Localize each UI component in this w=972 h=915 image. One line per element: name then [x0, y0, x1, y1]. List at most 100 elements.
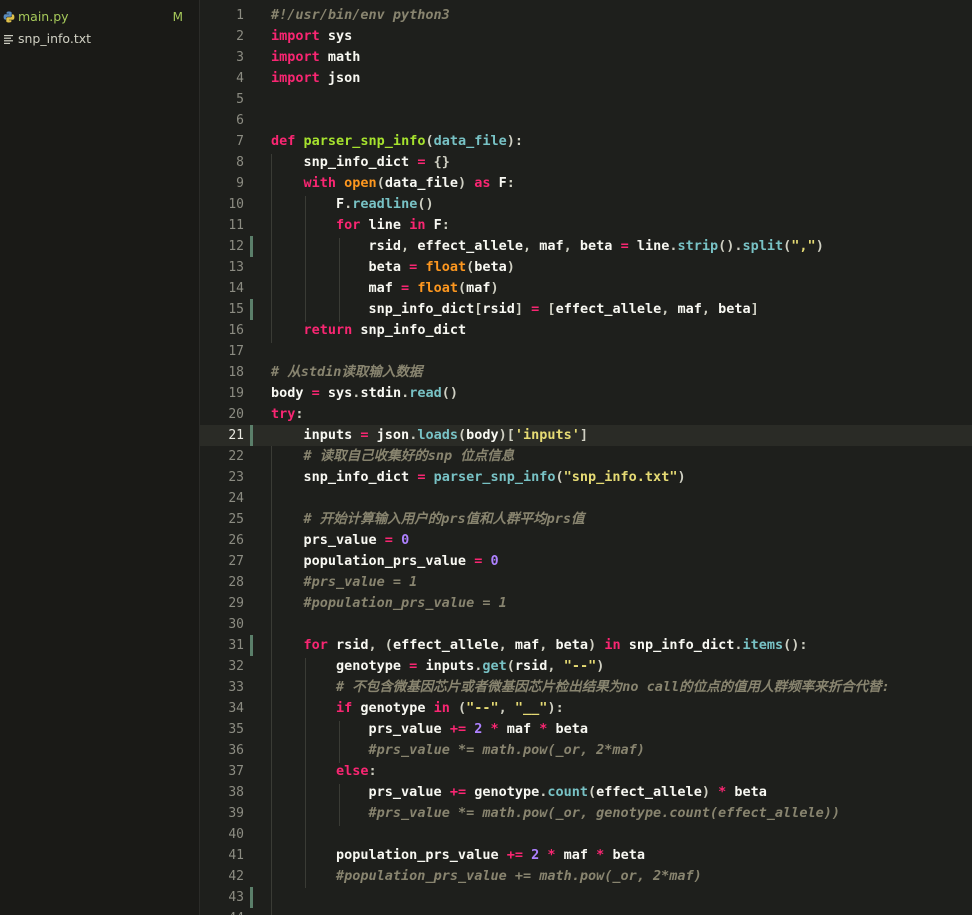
code-token: genotype [271, 658, 410, 674]
code-line[interactable]: 1 #!/usr/bin/env python3 [200, 5, 972, 26]
code-token: ): [547, 700, 564, 716]
code-line[interactable]: 26 prs_value = 0 [200, 530, 972, 551]
code-line[interactable]: 36 #prs_value *= math.pow(_or, 2*maf) [200, 740, 972, 761]
code-token: F [425, 217, 442, 233]
code-line[interactable]: 8 snp_info_dict = {} [200, 152, 972, 173]
code-line[interactable]: 42 #population_prs_value += math.pow(_or… [200, 866, 972, 887]
code-line[interactable]: 3 import math [200, 47, 972, 68]
code-token: def [271, 133, 296, 149]
code-token: prs_value [271, 532, 385, 548]
code-line[interactable]: 25 # 开始计算输入用户的prs值和人群平均prs值 [200, 509, 972, 530]
line-number: 30 [228, 617, 244, 632]
code-line[interactable]: 18 # 从stdin读取输入数据 [200, 362, 972, 383]
code-line[interactable]: 13 beta = float(beta) [200, 257, 972, 278]
code-text: return snp_info_dict [271, 320, 467, 341]
code-line[interactable]: 15 snp_info_dict[rsid] = [effect_allele,… [200, 299, 972, 320]
code-token: "--" [563, 658, 597, 674]
code-line[interactable]: 19 body = sys.stdin.read() [200, 383, 972, 404]
code-token: # 读取自己收集好的snp 位点信息 [303, 448, 515, 464]
code-line[interactable]: 41 population_prs_value += 2 * maf * bet… [200, 845, 972, 866]
code-line[interactable]: 5 [200, 89, 972, 110]
code-line[interactable]: 10 F.readline() [200, 194, 972, 215]
code-text: else: [271, 761, 377, 782]
code-token: ] [750, 301, 759, 317]
code-text: #population_prs_value += math.pow(_or, 2… [271, 866, 702, 887]
code-token: json [368, 427, 410, 443]
code-line[interactable]: 27 population_prs_value = 0 [200, 551, 972, 572]
code-text: # 不包含微基因芯片或者微基因芯片检出结果为no call的位点的值用人群频率来… [271, 677, 890, 698]
code-text: for rsid, (effect_allele, maf, beta) in … [271, 635, 808, 656]
code-line[interactable]: 24 [200, 488, 972, 509]
code-editor[interactable]: 1 #!/usr/bin/env python3 2 import sys 3 impor… [200, 0, 972, 915]
code-line[interactable]: 7 def parser_snp_info(data_file): [200, 131, 972, 152]
code-line[interactable]: 38 prs_value += genotype.count(effect_al… [200, 782, 972, 803]
code-line[interactable]: 40 [200, 824, 972, 845]
code-token: ] [579, 427, 589, 443]
line-number: 19 [228, 386, 244, 401]
code-token: F [271, 196, 345, 212]
code-line[interactable]: 34 if genotype in ("--", "__"): [200, 698, 972, 719]
git-change-marker [250, 299, 253, 320]
code-line[interactable]: 28 #prs_value = 1 [200, 572, 972, 593]
line-number: 17 [228, 344, 244, 359]
text-file-icon [2, 32, 16, 46]
code-token: sys [319, 28, 353, 44]
code-line[interactable]: 23 snp_info_dict = parser_snp_info("snp_… [200, 467, 972, 488]
code-line[interactable]: 22 # 读取自己收集好的snp 位点信息 [200, 446, 972, 467]
code-token: beta [271, 259, 410, 275]
code-line[interactable]: 44 [200, 908, 972, 915]
line-number: 44 [200, 908, 244, 915]
line-number: 15 [228, 302, 244, 317]
code-line[interactable]: 21 inputs = json.loads(body)['inputs'] [200, 425, 972, 446]
line-number: 5 [236, 92, 244, 107]
code-token: #prs_value *= math.pow(_or, 2*maf) [368, 742, 645, 758]
code-line[interactable]: 6 [200, 110, 972, 131]
code-token: open [344, 175, 377, 191]
code-line[interactable]: 33 # 不包含微基因芯片或者微基因芯片检出结果为no call的位点的值用人群… [200, 677, 972, 698]
code-text: try: [271, 404, 304, 425]
line-number: 31 [228, 638, 244, 653]
code-line[interactable]: 43 [200, 887, 972, 908]
code-line[interactable]: 2 import sys [200, 26, 972, 47]
code-token: maf [555, 847, 597, 863]
code-line[interactable]: 39 #prs_value *= math.pow(_or, genotype.… [200, 803, 972, 824]
code-token: , [701, 301, 711, 317]
code-line[interactable]: 16 return snp_info_dict [200, 320, 972, 341]
line-number: 12 [228, 239, 244, 254]
code-line[interactable]: 37 else: [200, 761, 972, 782]
code-line[interactable]: 9 with open(data_file) as F: [200, 173, 972, 194]
line-number: 41 [228, 848, 244, 863]
code-token: population_prs_value [271, 847, 507, 863]
code-line[interactable]: 17 [200, 341, 972, 362]
line-number: 16 [228, 323, 244, 338]
code-line[interactable]: 30 [200, 614, 972, 635]
code-line[interactable]: 35 prs_value += 2 * maf * beta [200, 719, 972, 740]
code-token: {} [433, 154, 450, 170]
code-token: effect_allele [392, 637, 499, 653]
code-token: * [547, 847, 556, 863]
code-token: if [336, 700, 353, 716]
code-token: += [449, 721, 467, 737]
code-line[interactable]: 11 for line in F: [200, 215, 972, 236]
code-line[interactable]: 14 maf = float(maf) [200, 278, 972, 299]
file-item-snp-info-txt[interactable]: snp_info.txt [0, 28, 199, 49]
code-line[interactable]: 31 for rsid, (effect_allele, maf, beta) … [200, 635, 972, 656]
code-token: ) [815, 238, 824, 254]
code-token: body [466, 427, 499, 443]
line-number: 25 [228, 512, 244, 527]
file-item-main-py[interactable]: main.py M [0, 6, 199, 27]
code-line[interactable]: 12 rsid, effect_allele, maf, beta = line… [200, 236, 972, 257]
code-line[interactable]: 20 try: [200, 404, 972, 425]
code-token: ( [425, 133, 434, 149]
code-line[interactable]: 29 #population_prs_value = 1 [200, 593, 972, 614]
code-line[interactable]: 32 genotype = inputs.get(rsid, "--") [200, 656, 972, 677]
code-token: parser_snp_info [303, 133, 426, 149]
code-line[interactable]: 4 import json [200, 68, 972, 89]
